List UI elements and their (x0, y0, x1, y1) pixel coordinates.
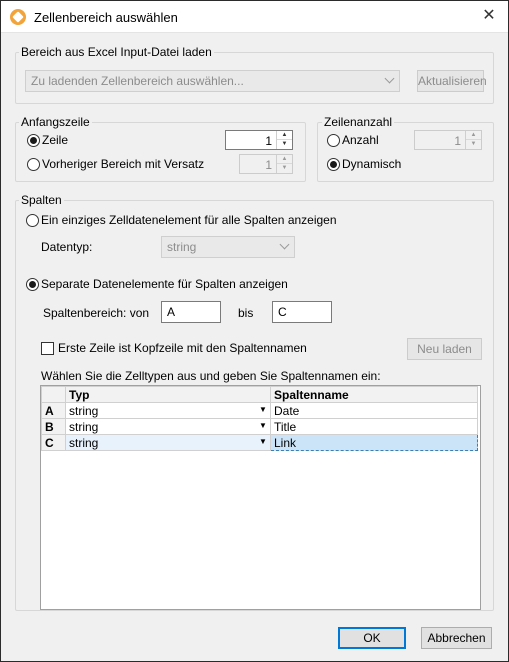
grid-instruction: Wählen Sie die Zelltypen aus und geben S… (41, 369, 381, 383)
dynamic-radio-label: Dynamisch (342, 157, 402, 171)
type-cell-value: string (69, 435, 99, 450)
range-select-combo[interactable]: Zu ladenden Zellenbereich auswählen... (25, 70, 400, 92)
column-name-cell[interactable]: Link (270, 434, 478, 451)
app-icon (10, 9, 26, 25)
reload-button[interactable]: Neu laden (407, 338, 482, 360)
type-cell[interactable]: string ▼ (65, 434, 271, 451)
column-name-cell[interactable]: Title (270, 418, 478, 435)
offset-spinner-value: 1 (265, 158, 272, 172)
separate-elements-radio[interactable] (26, 278, 39, 291)
column-range-from-label: Spaltenbereich: von (43, 306, 150, 320)
single-element-label: Ein einziges Zelldatenelement für alle S… (41, 213, 337, 227)
column-types-grid: Typ Spaltenname A string ▼ Date B string… (40, 385, 481, 610)
spinner-buttons: ▲ ▼ (276, 131, 292, 149)
column-range-to-input[interactable]: C (272, 301, 332, 323)
type-cell-value: string (69, 403, 99, 418)
column-range-to-label: bis (238, 306, 254, 320)
count-spinner[interactable]: 1 ▲ ▼ (414, 130, 482, 150)
dialog-window: Zellenbereich auswählen ✕ Bereich aus Ex… (0, 0, 509, 662)
row-count-legend: Zeilenanzahl (322, 115, 395, 129)
row-radio-label: Zeile (42, 133, 69, 147)
chevron-down-icon (384, 73, 395, 84)
header-row-checkbox[interactable] (41, 342, 54, 355)
spin-up-icon[interactable]: ▲ (277, 155, 292, 164)
table-row[interactable]: A string ▼ Date (41, 402, 478, 419)
row-header-cell: A (41, 402, 66, 419)
chevron-down-icon (279, 239, 290, 250)
type-cell[interactable]: string ▼ (65, 418, 271, 435)
name-column-header: Spaltenname (270, 386, 478, 403)
count-spinner-value: 1 (454, 134, 461, 148)
count-radio[interactable] (327, 134, 340, 147)
start-row-legend: Anfangszeile (19, 115, 92, 129)
row-spinner-value: 1 (265, 134, 272, 148)
table-row[interactable]: C string ▼ Link (41, 434, 478, 451)
cancel-button[interactable]: Abbrechen (421, 627, 492, 649)
spinner-buttons: ▲ ▼ (465, 131, 481, 149)
columns-legend: Spalten (19, 193, 64, 207)
excel-range-legend: Bereich aus Excel Input-Datei laden (19, 45, 214, 59)
dropdown-arrow-icon[interactable]: ▼ (258, 405, 268, 415)
title-bar: Zellenbereich auswählen ✕ (1, 1, 508, 33)
datatype-value: string (167, 240, 197, 254)
count-radio-label: Anzahl (342, 133, 379, 147)
refresh-button[interactable]: Aktualisieren (417, 70, 487, 92)
header-row-checkbox-label: Erste Zeile ist Kopfzeile mit den Spalte… (58, 341, 307, 355)
spin-down-icon[interactable]: ▼ (466, 140, 481, 149)
row-header-cell: B (41, 418, 66, 435)
separate-elements-label: Separate Datenelemente für Spalten anzei… (41, 277, 288, 291)
close-icon[interactable]: ✕ (478, 5, 500, 27)
type-column-header: Typ (65, 386, 271, 403)
spin-down-icon[interactable]: ▼ (277, 140, 292, 149)
spin-up-icon[interactable]: ▲ (277, 131, 292, 140)
offset-spinner[interactable]: 1 ▲ ▼ (239, 154, 293, 174)
single-element-radio[interactable] (26, 214, 39, 227)
dropdown-arrow-icon[interactable]: ▼ (258, 421, 268, 431)
dropdown-arrow-icon[interactable]: ▼ (258, 437, 268, 447)
ok-button[interactable]: OK (338, 627, 406, 649)
table-row[interactable]: B string ▼ Title (41, 418, 478, 435)
column-range-from-input[interactable]: A (161, 301, 221, 323)
row-spinner[interactable]: 1 ▲ ▼ (225, 130, 293, 150)
type-cell-value: string (69, 419, 99, 434)
dialog-title: Zellenbereich auswählen (34, 10, 178, 25)
spinner-buttons: ▲ ▼ (276, 155, 292, 173)
column-name-cell[interactable]: Date (270, 402, 478, 419)
dynamic-radio[interactable] (327, 158, 340, 171)
offset-radio-label: Vorheriger Bereich mit Versatz (42, 157, 205, 171)
type-cell[interactable]: string ▼ (65, 402, 271, 419)
datatype-combo[interactable]: string (161, 236, 295, 258)
range-select-text: Zu ladenden Zellenbereich auswählen... (31, 74, 244, 88)
grid-corner-cell (41, 386, 66, 403)
offset-radio[interactable] (27, 158, 40, 171)
grid-header-row: Typ Spaltenname (41, 386, 478, 403)
spin-down-icon[interactable]: ▼ (277, 164, 292, 173)
row-header-cell: C (41, 434, 66, 451)
spin-up-icon[interactable]: ▲ (466, 131, 481, 140)
row-radio[interactable] (27, 134, 40, 147)
datatype-label: Datentyp: (41, 240, 93, 254)
